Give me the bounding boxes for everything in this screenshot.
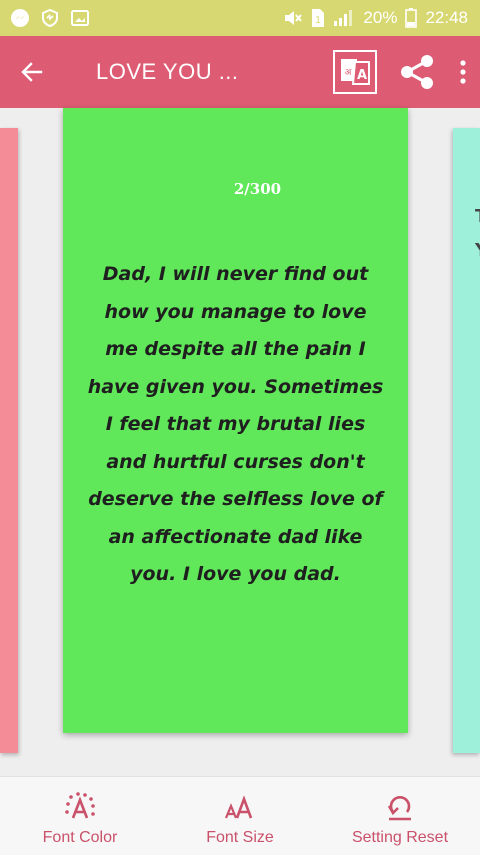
battery-icon [405,8,418,28]
translate-button[interactable]: अ A [322,36,388,108]
clock: 22:48 [425,8,468,27]
quote-line: I feel that my brutal lies [105,413,366,435]
next-card-peek-text: T [475,206,480,227]
more-vert-icon [460,60,466,84]
translate-icon: अ A [333,50,377,94]
bottom-toolbar: Font Color Font Size Setting Reset [0,776,480,855]
mute-icon [283,9,303,27]
setting-reset-label: Setting Reset [351,829,449,846]
page-title: LOVE YOU ... [96,59,239,84]
quote-carousel[interactable]: 2/300 Dad, I will never find out how you… [0,108,480,776]
next-card[interactable]: T Y [453,128,480,753]
font-color-button[interactable]: Font Color [0,777,160,855]
image-icon [70,8,90,28]
quote-line: have given you. Sometimes [87,375,384,398]
quote-line: you. I love you dad. [130,563,341,585]
quote-card: 2/300 Dad, I will never find out how you… [63,108,408,733]
font-color-label: Font Color [42,829,118,846]
font-size-icon [223,791,257,823]
messenger-icon [10,8,30,28]
font-color-icon [63,791,97,823]
svg-text:अ: अ [345,68,353,78]
share-button[interactable] [388,36,446,108]
quote-line: an affectionate dad like [108,525,363,548]
system-icons: 1 20% 22:48 [283,8,480,28]
quote-line: Dad, I will never find out [102,263,369,285]
setting-reset-button[interactable]: Setting Reset [320,777,480,855]
arrow-back-icon [21,62,43,82]
quote-line: and hurtful curses don't [106,450,365,473]
quote-line: deserve the selfless love of [88,488,383,510]
quote-text: Dad, I will never find out how you manag… [73,256,398,594]
shield-icon [40,8,60,28]
notification-icons [0,8,90,28]
status-bar: 1 20% 22:48 [0,0,480,36]
signal-icon [333,9,355,27]
quote-line: me despite all the pain I [105,338,366,360]
app-bar: LOVE YOU ... अ A [0,36,480,108]
svg-text:A: A [357,68,367,83]
quote-line: how you manage to love [104,300,367,323]
battery-percent: 20% [363,8,398,27]
more-options-button[interactable] [446,36,480,108]
font-size-label: Font Size [206,829,274,846]
quote-counter: 2/300 [233,180,282,198]
svg-text:1: 1 [316,15,322,26]
back-button[interactable] [0,36,64,108]
font-size-button[interactable]: Font Size [160,777,320,855]
share-icon [401,55,433,89]
sim-icon: 1 [311,8,325,28]
app-bar-actions: अ A [322,36,480,108]
reset-icon [383,791,417,823]
next-card-peek-text: Y [475,240,480,261]
previous-card[interactable] [0,128,18,753]
